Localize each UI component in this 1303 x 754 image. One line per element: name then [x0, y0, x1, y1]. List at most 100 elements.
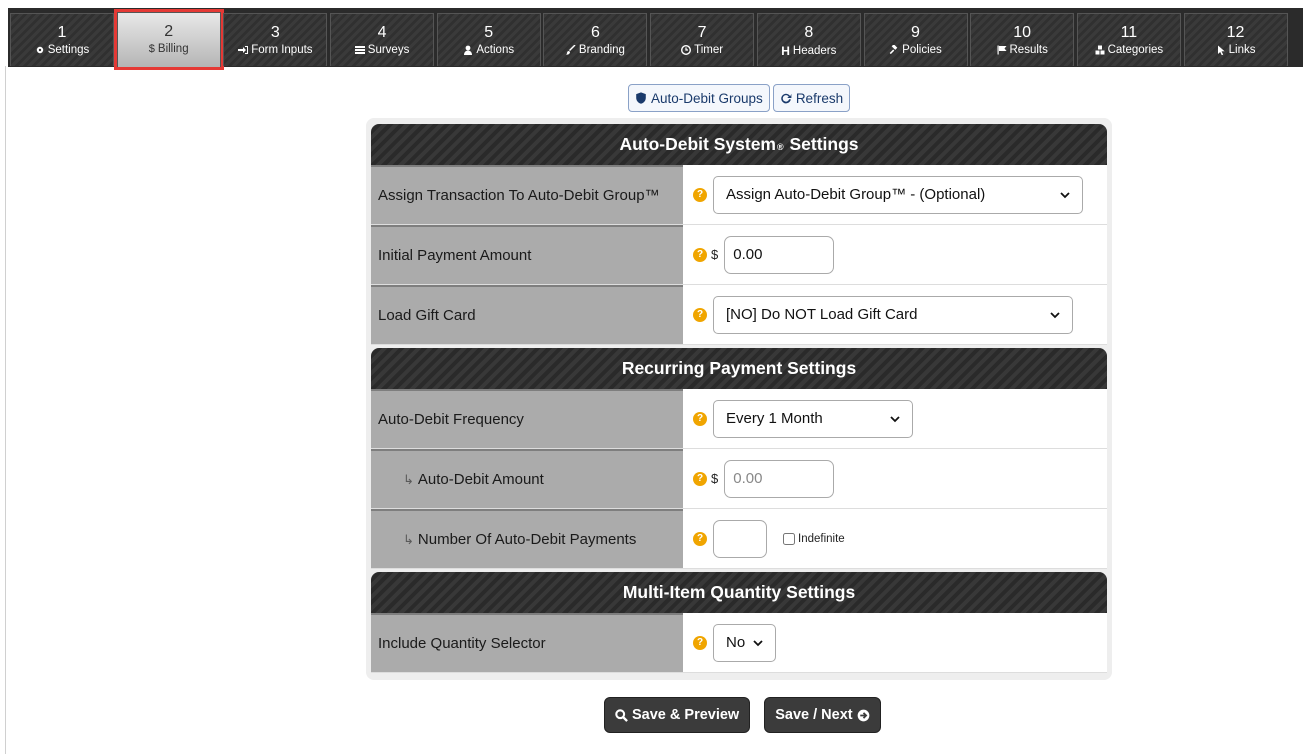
gift-card-label: Load Gift Card: [371, 285, 683, 344]
wizard-tabs: 1 Settings 2 $ Billing 3 Form Inputs 4 Su…: [10, 9, 1290, 70]
tab-policies[interactable]: 9 Policies: [863, 13, 968, 66]
help-icon[interactable]: ?: [693, 247, 707, 262]
chevron-down-icon: [1050, 311, 1060, 318]
save-next-button[interactable]: Save / Next: [764, 697, 881, 733]
list-icon: [354, 46, 365, 54]
billing-settings-panel: Auto-Debit System ® Settings Assign Trans…: [366, 118, 1112, 680]
frequency-select[interactable]: Every 1 Month: [713, 399, 913, 438]
auto-debit-amount-label: ↳ Auto-Debit Amount: [371, 449, 683, 508]
assign-group-select[interactable]: Assign Auto-Debit Group™ - (Optional): [713, 175, 1083, 214]
assign-group-label: Assign Transaction To Auto-Debit Group™: [371, 165, 683, 224]
select-value: No: [726, 634, 746, 651]
help-icon[interactable]: ?: [693, 307, 707, 322]
tab-label: Policies: [902, 44, 942, 56]
refresh-icon: [781, 93, 792, 104]
payment-count-row: ↳ Number Of Auto-Debit Payments ? Indefi…: [371, 509, 1107, 569]
help-icon[interactable]: ?: [693, 531, 707, 546]
flag-icon: [997, 45, 1006, 55]
indefinite-checkbox[interactable]: Indefinite: [783, 532, 845, 545]
tab-number: 2: [164, 23, 174, 40]
tab-headers[interactable]: 8 H Headers: [756, 13, 861, 66]
gavel-icon: [889, 45, 898, 55]
tab-label: Surveys: [367, 44, 410, 56]
chevron-down-icon: [1060, 191, 1070, 198]
help-icon[interactable]: ?: [693, 187, 707, 202]
clock-icon: [681, 45, 692, 55]
tab-number: 3: [270, 24, 280, 41]
tab-number: 6: [590, 24, 600, 41]
refresh-button[interactable]: Refresh: [772, 84, 851, 112]
section-title-text: Settings: [789, 134, 859, 154]
tab-categories[interactable]: 11 Categories: [1076, 13, 1181, 66]
auto-debit-groups-label: Auto-Debit Groups: [651, 90, 763, 106]
tab-links[interactable]: 12 Links: [1183, 13, 1288, 66]
dollar-icon: $: [148, 43, 155, 55]
quantity-section-title: Multi-Item Quantity Settings: [371, 572, 1107, 613]
assign-group-row: Assign Transaction To Auto-Debit Group™ …: [371, 165, 1107, 225]
tab-label: Billing: [157, 43, 189, 55]
help-icon[interactable]: ?: [693, 411, 707, 426]
tab-label: Branding: [578, 44, 625, 56]
group-toolbar: Auto-Debit Groups Refresh: [628, 84, 851, 112]
tab-results[interactable]: 10 Results: [970, 13, 1075, 66]
tab-number: 4: [377, 24, 387, 41]
currency-symbol: $: [711, 247, 719, 262]
auto-debit-amount-input[interactable]: [724, 459, 835, 498]
section-title-text: Recurring Payment Settings: [621, 358, 857, 378]
refresh-label: Refresh: [795, 90, 844, 106]
initial-payment-input[interactable]: [724, 235, 835, 274]
save-preview-button[interactable]: Save & Preview: [604, 697, 751, 733]
select-value: Every 1 Month: [726, 410, 823, 427]
tab-timer[interactable]: 7 Timer: [650, 13, 755, 66]
tab-number: 11: [1120, 24, 1138, 41]
tab-actions[interactable]: 5 Actions: [436, 13, 541, 66]
help-icon[interactable]: ?: [693, 635, 707, 650]
registered-mark: ®: [776, 141, 784, 152]
initial-payment-label: Initial Payment Amount: [371, 225, 683, 284]
indefinite-label: Indefinite: [798, 532, 845, 545]
payment-count-input[interactable]: [713, 519, 767, 558]
initial-payment-row: Initial Payment Amount ? $: [371, 225, 1107, 285]
gear-icon: [36, 46, 43, 54]
quantity-selector-row: Include Quantity Selector ? No: [371, 613, 1107, 673]
chevron-down-icon: [753, 639, 763, 646]
currency-symbol: $: [711, 471, 719, 486]
gift-card-select[interactable]: [NO] Do NOT Load Gift Card: [713, 295, 1073, 334]
tab-label: Timer: [694, 44, 724, 56]
tab-number: 5: [484, 24, 494, 41]
payment-count-label: ↳ Number Of Auto-Debit Payments: [371, 509, 683, 568]
tab-label: Links: [1228, 44, 1256, 56]
tab-form-inputs[interactable]: 3 Form Inputs: [223, 13, 328, 66]
sub-arrow-icon: ↳: [403, 531, 414, 547]
header-icon: H: [781, 44, 790, 58]
label-text: Number Of Auto-Debit Payments: [417, 531, 637, 548]
quantity-selector-label: Include Quantity Selector: [371, 613, 683, 672]
user-icon: [464, 45, 473, 55]
tab-number: 12: [1226, 24, 1245, 41]
frame-border: [5, 66, 6, 754]
tab-label: Categories: [1107, 44, 1164, 56]
tab-branding[interactable]: 6 Branding: [543, 13, 648, 66]
tab-number: 9: [911, 24, 920, 41]
select-value: [NO] Do NOT Load Gift Card: [726, 306, 918, 323]
form-actions: Save & Preview Save / Next: [604, 697, 881, 733]
search-icon: [615, 708, 628, 722]
save-next-label: Save / Next: [775, 707, 853, 723]
chevron-down-icon: [890, 415, 900, 422]
tab-settings[interactable]: 1 Settings: [10, 13, 114, 66]
quantity-selector-select[interactable]: No: [713, 623, 776, 662]
section-title-text: Multi-Item Quantity Settings: [622, 582, 856, 602]
tab-surveys[interactable]: 4 Surveys: [330, 13, 435, 66]
tab-label: Actions: [476, 44, 515, 56]
sign-in-icon: [238, 46, 249, 54]
auto-debit-groups-button[interactable]: Auto-Debit Groups: [628, 84, 770, 112]
tab-number: 8: [804, 24, 814, 41]
frequency-row: Auto-Debit Frequency ? Every 1 Month: [371, 389, 1107, 449]
pointer-icon: [1217, 45, 1225, 55]
tab-label: Form Inputs: [251, 44, 313, 56]
brush-icon: [565, 45, 576, 55]
tab-billing[interactable]: 2 $ Billing: [113, 9, 224, 70]
shield-icon: [636, 92, 646, 104]
indefinite-checkbox-input[interactable]: [783, 532, 795, 545]
help-icon[interactable]: ?: [693, 471, 707, 486]
